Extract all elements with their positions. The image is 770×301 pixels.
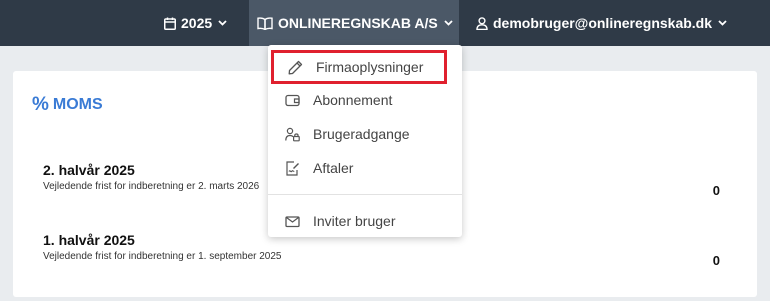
moms-title-text: MOMS — [52, 96, 103, 113]
period-deadline: Vejledende frist for indberetning er 1. … — [43, 251, 282, 262]
company-dropdown-menu: Firmaoplysninger Abonnement Brugeradgang… — [268, 45, 462, 237]
company-label: ONLINEREGNSKAB A/S — [278, 15, 438, 31]
period-row[interactable]: 1. halvår 2025 Vejledende frist for indb… — [43, 232, 282, 262]
menu-item-abonnement[interactable]: Abonnement — [268, 84, 462, 116]
chevron-down-icon — [444, 20, 453, 26]
menu-item-brugeradgange[interactable]: Brugeradgange — [268, 118, 462, 150]
user-email: demobruger@onlineregnskab.dk — [493, 15, 713, 31]
users-lock-icon — [285, 127, 300, 141]
percent-icon: % — [32, 94, 49, 115]
period-title: 2. halvår 2025 — [43, 162, 135, 178]
company-selector[interactable]: ONLINEREGNSKAB A/S — [249, 0, 459, 46]
year-selector[interactable]: 2025 — [164, 0, 227, 46]
envelope-icon — [285, 215, 300, 227]
top-navbar: 2025 ONLINEREGNSKAB A/S demobruger@onlin… — [0, 0, 770, 46]
menu-item-label: Firmaoplysninger — [316, 59, 424, 75]
year-label: 2025 — [181, 15, 213, 31]
moms-title: % MOMS — [32, 94, 103, 116]
book-icon — [257, 16, 273, 30]
period-value: 0 — [712, 253, 720, 268]
menu-item-label: Inviter bruger — [313, 213, 396, 229]
chevron-down-icon — [718, 20, 727, 26]
menu-item-label: Aftaler — [313, 160, 354, 176]
calendar-icon — [164, 17, 176, 30]
pencil-icon — [288, 60, 303, 74]
period-title: 1. halvår 2025 — [43, 232, 135, 248]
period-row[interactable]: 2. halvår 2025 Vejledende frist for indb… — [43, 162, 259, 192]
menu-item-label: Brugeradgange — [313, 126, 410, 142]
signature-icon — [286, 160, 299, 176]
menu-item-label: Abonnement — [313, 92, 393, 108]
menu-item-aftaler[interactable]: Aftaler — [268, 152, 462, 184]
period-value: 0 — [712, 183, 720, 198]
menu-item-inviter-bruger[interactable]: Inviter bruger — [268, 205, 462, 237]
user-icon — [476, 16, 488, 30]
wallet-icon — [285, 94, 300, 106]
user-menu[interactable]: demobruger@onlineregnskab.dk — [476, 0, 727, 46]
period-deadline: Vejledende frist for indberetning er 2. … — [43, 181, 260, 192]
chevron-down-icon — [218, 20, 227, 26]
menu-divider — [268, 194, 462, 195]
menu-item-firmaoplysninger[interactable]: Firmaoplysninger — [271, 50, 447, 84]
